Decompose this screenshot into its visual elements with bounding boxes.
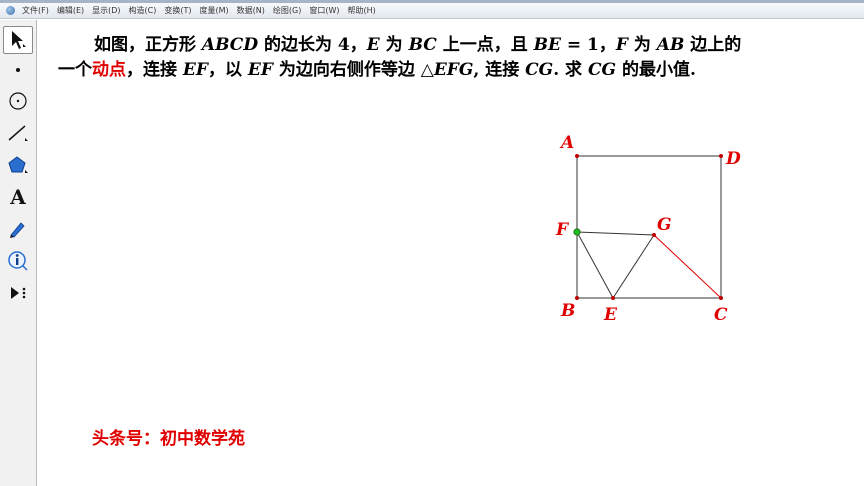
point-d[interactable]	[719, 154, 723, 158]
point-g[interactable]	[652, 233, 656, 237]
segment-cg[interactable]	[653, 234, 722, 299]
geometry-figure: A D F G B E C	[555, 133, 741, 325]
point-a[interactable]	[575, 154, 579, 158]
point-e[interactable]	[611, 296, 615, 300]
label-e: E	[603, 305, 618, 325]
point-c[interactable]	[719, 296, 723, 300]
label-a: A	[559, 133, 574, 153]
segment-fe[interactable]	[576, 231, 614, 299]
label-f: F	[555, 220, 570, 240]
label-b: B	[560, 301, 575, 321]
point-f[interactable]	[573, 228, 581, 236]
label-g: G	[657, 215, 672, 235]
segment-eg[interactable]	[612, 234, 655, 299]
point-b[interactable]	[575, 296, 579, 300]
segment-fg[interactable]	[576, 231, 655, 236]
label-c: C	[714, 305, 728, 325]
watermark-text: 头条号：初中数学苑	[92, 429, 245, 449]
label-d: D	[725, 149, 741, 169]
